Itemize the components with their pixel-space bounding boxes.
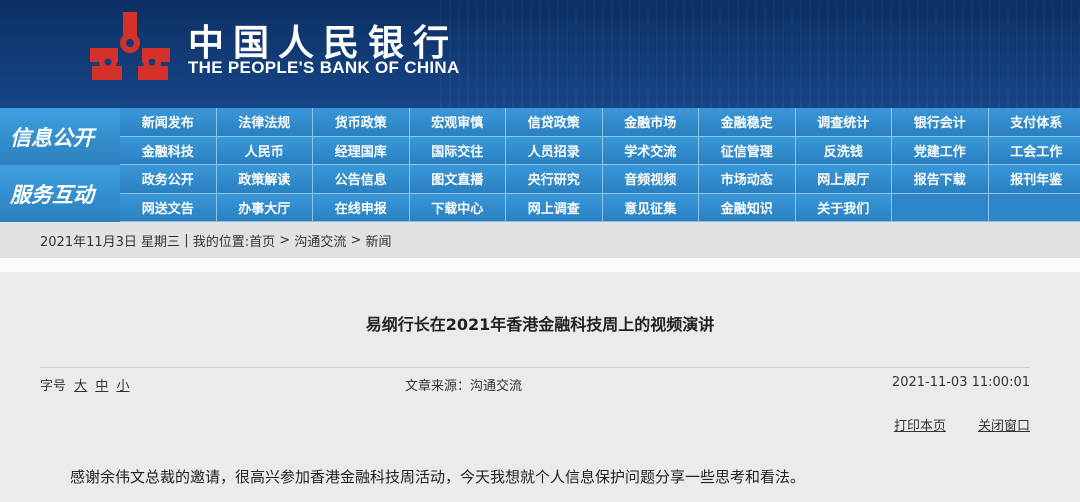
separator	[0, 258, 1080, 272]
nav-link[interactable]: 央行研究	[506, 165, 603, 194]
main-navigation: 信息公开 服务互动 新闻发布 法律法规 货币政策 宏观审慎 信贷政策 金融市场 金融稳定 调查…	[0, 108, 1080, 222]
nav-link[interactable]: 金融市场	[602, 108, 699, 137]
header-decoration	[440, 0, 1080, 108]
pboc-emblem-icon[interactable]	[86, 10, 174, 84]
article-area: 易纲行长在2021年香港金融科技周上的视频演讲 字号 大 中 小 文章来源：沟通…	[0, 272, 1080, 502]
nav-link[interactable]: 金融科技	[120, 136, 217, 165]
nav-link[interactable]: 反洗钱	[795, 136, 892, 165]
article-datetime: 2021-11-03 11:00:01	[891, 375, 1030, 390]
section-label-info-disclosure[interactable]: 信息公开	[0, 108, 120, 165]
current-weekday: 星期三	[141, 234, 181, 250]
nav-link[interactable]: 工会工作	[988, 136, 1080, 165]
nav-link[interactable]: 国际交往	[409, 136, 506, 165]
nav-link[interactable]: 新闻发布	[120, 108, 217, 137]
current-date: 2021年11月3日	[40, 234, 137, 250]
breadcrumb-arrow: >	[279, 232, 291, 248]
nav-link[interactable]: 金融稳定	[699, 108, 796, 137]
nav-link[interactable]: 公告信息	[313, 165, 410, 194]
nav-link[interactable]: 金融知识	[699, 193, 796, 222]
article-source: 文章来源：沟通交流	[405, 379, 523, 394]
font-size-small-link[interactable]: 小	[116, 379, 129, 394]
section-label-service-interaction[interactable]: 服务互动	[0, 165, 120, 222]
nav-link[interactable]: 意见征集	[602, 193, 699, 222]
nav-link[interactable]: 图文直播	[409, 165, 506, 194]
nav-link[interactable]: 人民币	[216, 136, 313, 165]
nav-empty-cell	[892, 193, 989, 222]
font-size-large-link[interactable]: 大	[74, 379, 87, 394]
nav-link[interactable]: 下载中心	[409, 193, 506, 222]
nav-link[interactable]: 宏观审慎	[409, 108, 506, 137]
nav-link[interactable]: 学术交流	[602, 136, 699, 165]
font-size-controls: 字号 大 中 小	[40, 375, 129, 394]
nav-link[interactable]: 网上展厅	[795, 165, 892, 194]
nav-link[interactable]: 征信管理	[699, 136, 796, 165]
breadcrumb-home-link[interactable]: 首页	[249, 231, 275, 250]
nav-link[interactable]: 网送文告	[120, 193, 217, 222]
font-size-medium-link[interactable]: 中	[95, 379, 108, 394]
meta-divider	[40, 367, 1030, 368]
nav-link[interactable]: 政策解读	[216, 165, 313, 194]
nav-link[interactable]: 办事大厅	[216, 193, 313, 222]
nav-link[interactable]: 人员招录	[506, 136, 603, 165]
nav-link[interactable]: 网上调查	[506, 193, 603, 222]
article-actions: 打印本页 关闭窗口	[894, 415, 1030, 434]
nav-link[interactable]: 经理国库	[313, 136, 410, 165]
bank-name-en: THE PEOPLE'S BANK OF CHINA	[188, 58, 460, 77]
print-page-link[interactable]: 打印本页	[894, 415, 946, 434]
nav-link[interactable]: 报刊年鉴	[988, 165, 1080, 194]
nav-link[interactable]: 支付体系	[988, 108, 1080, 137]
nav-link[interactable]: 银行会计	[892, 108, 989, 137]
nav-link[interactable]: 音频视频	[602, 165, 699, 194]
site-header: 中国人民银行 THE PEOPLE'S BANK OF CHINA	[0, 0, 1080, 108]
breadcrumb-arrow: >	[350, 232, 362, 248]
breadcrumb-prefix: 我的位置:	[192, 234, 250, 250]
nav-empty-cell	[988, 193, 1080, 222]
nav-link[interactable]: 在线申报	[313, 193, 410, 222]
breadcrumb: 2021年11月3日 星期三 | 我的位置: 首页 > 沟通交流 > 新闻	[0, 222, 1080, 258]
nav-link[interactable]: 调查统计	[795, 108, 892, 137]
nav-link[interactable]: 信贷政策	[506, 108, 603, 137]
font-size-label: 字号	[40, 379, 67, 394]
breadcrumb-level2-link[interactable]: 新闻	[366, 231, 392, 250]
nav-link[interactable]: 市场动态	[699, 165, 796, 194]
nav-link[interactable]: 货币政策	[313, 108, 410, 137]
close-window-link[interactable]: 关闭窗口	[978, 415, 1030, 434]
nav-link[interactable]: 报告下载	[892, 165, 989, 194]
article-paragraph: 感谢余伟文总裁的邀请，很高兴参加香港金融科技周活动，今天我想就个人信息保护问题分…	[70, 468, 806, 486]
nav-link[interactable]: 法律法规	[216, 108, 313, 137]
nav-link[interactable]: 政务公开	[120, 165, 217, 194]
article-title: 易纲行长在2021年香港金融科技周上的视频演讲	[365, 315, 715, 334]
nav-grid: 新闻发布 法律法规 货币政策 宏观审慎 信贷政策 金融市场 金融稳定 调查统计 银行会计 支付体系…	[120, 108, 1080, 222]
nav-link[interactable]: 党建工作	[892, 136, 989, 165]
breadcrumb-level1-link[interactable]: 沟通交流	[294, 231, 346, 250]
nav-link[interactable]: 关于我们	[795, 193, 892, 222]
